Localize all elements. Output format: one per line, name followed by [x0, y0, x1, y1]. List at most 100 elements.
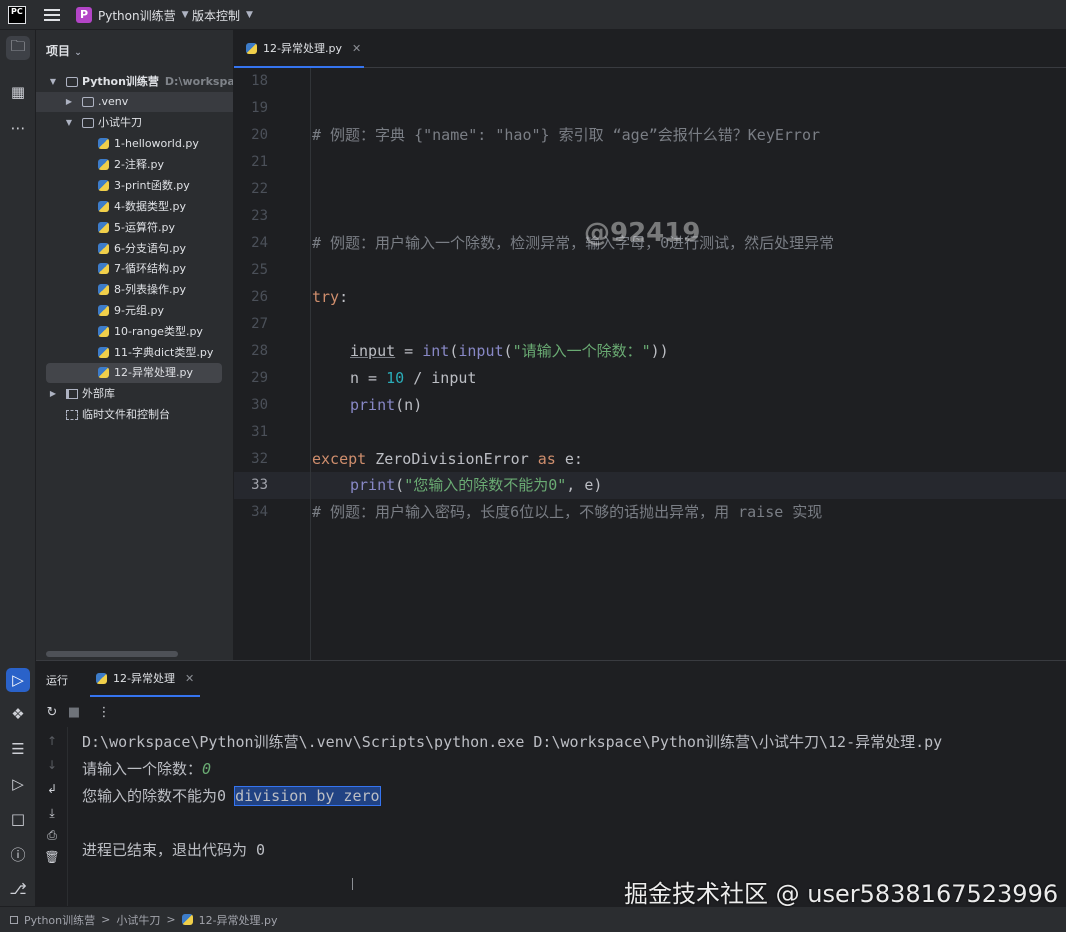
selected-text: division by zero	[234, 786, 381, 806]
tree-item-label: 5-运算符.py	[114, 221, 175, 234]
breadcrumb-separator: >	[166, 913, 176, 926]
line-number: 32	[251, 451, 268, 467]
code-line-28: input = int(input("请输入一个除数："))	[350, 342, 669, 360]
soft-wrap-icon[interactable]: ↲	[44, 781, 60, 797]
tree-item-file[interactable]: 2-注释.py	[36, 155, 233, 175]
status-bar: Python训练营 > 小试牛刀 > 12-异常处理.py	[0, 906, 1066, 932]
python-file-icon	[98, 222, 109, 233]
line-number: 20	[251, 127, 268, 143]
code-editor[interactable]: 18 19 20 21 22 23 24 25 26 27 28 29 30 3…	[234, 68, 1066, 660]
close-icon[interactable]: ✕	[185, 672, 194, 685]
vcs-switcher[interactable]: 版本控制 ▼	[192, 4, 253, 26]
tree-item-label: 12-异常处理.py	[114, 366, 193, 379]
folder-icon[interactable]: 🗀	[6, 36, 30, 60]
project-path: D:\workspace\F	[164, 75, 234, 88]
code-line-20: # 例题：字典 {"name": "hao"} 索引取 “age”会报什么错？K…	[312, 126, 821, 144]
tree-item-label: 10-range类型.py	[114, 325, 203, 338]
python-file-icon	[181, 914, 193, 925]
tree-item-project-root[interactable]: ▼ Python训练营D:\workspace\F	[36, 72, 234, 92]
code-line-29: n = 10 / input	[350, 369, 477, 387]
run-toolbar: ↻ ■ ⋮	[36, 697, 1066, 727]
python-file-icon	[98, 201, 109, 212]
line-number: 25	[251, 262, 268, 278]
scroll-to-end-icon[interactable]: ⤓	[44, 805, 60, 821]
trash-icon[interactable]: 🗑	[44, 849, 60, 865]
console-command-line: D:\workspace\Python训练营\.venv\Scripts\pyt…	[82, 733, 943, 751]
tree-item-file[interactable]: 6-分支语句.py	[36, 239, 233, 259]
chevron-right-icon[interactable]: ▶	[48, 384, 58, 404]
run-icon[interactable]: ▷	[6, 668, 30, 692]
arrow-up-icon[interactable]: ↑	[44, 733, 60, 749]
tree-item-file-selected[interactable]: 12-异常处理.py	[46, 363, 222, 383]
chevron-right-icon[interactable]: ▶	[64, 92, 74, 112]
print-icon[interactable]: ⎙	[44, 827, 60, 843]
main-menu-icon[interactable]	[42, 5, 62, 25]
horizontal-scrollbar[interactable]	[46, 651, 178, 657]
vcs-label: 版本控制	[192, 8, 241, 23]
close-icon[interactable]: ✕	[352, 42, 361, 55]
tree-item-file[interactable]: 8-列表操作.py	[36, 280, 233, 300]
project-panel-title: 项目	[46, 44, 71, 58]
python-file-icon	[98, 263, 109, 274]
python-file-icon	[98, 367, 109, 378]
breadcrumb-folder[interactable]: 小试牛刀	[116, 912, 160, 928]
code-line-24: # 例题：用户输入一个除数，检测异常，输入字母，0进行测试，然后处理异常	[312, 234, 835, 252]
line-number: 34	[251, 504, 268, 520]
tree-item-label: 临时文件和控制台	[82, 408, 170, 421]
project-badge: P	[76, 7, 92, 23]
breadcrumb-project[interactable]: Python训练营	[24, 912, 95, 928]
breadcrumb-file[interactable]: 12-异常处理.py	[199, 912, 278, 928]
tree-item-folder[interactable]: ▼ 小试牛刀	[36, 113, 233, 133]
layers-icon[interactable]: ☰	[6, 737, 30, 761]
line-number: 24	[251, 235, 268, 251]
run-panel: 运行 12-异常处理 ✕ ↻ ■ ⋮ ↑ ↓ ↲ ⤓ ⎙ 🗑 D:\worksp…	[36, 660, 1066, 907]
git-icon[interactable]: ⎇	[6, 877, 30, 901]
tree-item-file[interactable]: 7-循环结构.py	[36, 259, 233, 279]
python-console-icon[interactable]: ❖	[6, 702, 30, 726]
code-line-33: print("您输入的除数不能为0", e)	[350, 476, 603, 494]
more-icon[interactable]: ⋯	[6, 116, 30, 140]
arrow-down-icon[interactable]: ↓	[44, 757, 60, 773]
chevron-down-icon[interactable]: ▼	[64, 113, 74, 133]
tree-item-external-libs[interactable]: ▶ 外部库	[36, 384, 233, 404]
tree-item-file[interactable]: 10-range类型.py	[36, 322, 233, 342]
tree-item-file[interactable]: 4-数据类型.py	[36, 197, 233, 217]
line-number: 26	[251, 289, 268, 305]
tree-item-file[interactable]: 3-print函数.py	[36, 176, 233, 196]
tree-item-scratches[interactable]: 临时文件和控制台	[36, 405, 233, 425]
project-panel: 项目 ⌄ ▼ Python训练营D:\workspace\F ▶ .venv ▼…	[36, 30, 234, 660]
module-icon	[10, 915, 18, 924]
stop-icon[interactable]: ■	[66, 705, 82, 721]
chevron-down-icon: ⌄	[74, 48, 82, 58]
rerun-icon[interactable]: ↻	[44, 705, 60, 721]
project-panel-header[interactable]: 项目 ⌄	[46, 42, 82, 59]
services-icon[interactable]: ▷	[6, 772, 30, 796]
line-number: 31	[251, 424, 268, 440]
problems-icon[interactable]: ⓘ	[6, 842, 30, 866]
structure-icon[interactable]: ▦	[6, 80, 30, 104]
tree-item-file[interactable]: 1-helloworld.py	[36, 134, 233, 154]
editor-tab-active[interactable]: 12-异常处理.py ✕	[234, 30, 364, 68]
tree-item-label: 外部库	[82, 387, 115, 400]
project-switcher[interactable]: P Python训练营 ▼	[76, 4, 189, 26]
line-number-current: 33	[251, 477, 268, 493]
tree-item-label: 8-列表操作.py	[114, 283, 186, 296]
tree-item-venv[interactable]: ▶ .venv	[36, 92, 233, 112]
more-vertical-icon[interactable]: ⋮	[96, 705, 112, 721]
site-watermark: 掘金技术社区 @ user5838167523996	[624, 880, 1059, 908]
tree-item-file[interactable]: 5-运算符.py	[36, 218, 233, 238]
indent-guide	[310, 68, 311, 660]
line-number: 30	[251, 397, 268, 413]
line-number: 22	[251, 181, 268, 197]
line-number: 19	[251, 100, 268, 116]
chevron-down-icon[interactable]: ▼	[48, 72, 58, 92]
tree-item-file[interactable]: 9-元组.py	[36, 301, 233, 321]
python-file-icon	[96, 672, 107, 684]
line-number-gutter: 18 19 20 21 22 23 24 25 26 27 28 29 30 3…	[234, 68, 310, 660]
line-number: 27	[251, 316, 268, 332]
console-error-line: 您输入的除数不能为0 division by zero	[82, 786, 381, 806]
terminal-icon[interactable]: □	[6, 807, 30, 831]
tree-item-file[interactable]: 11-字典dict类型.py	[36, 343, 233, 363]
run-tab[interactable]: 12-异常处理 ✕	[90, 661, 201, 697]
tree-item-label: 2-注释.py	[114, 158, 164, 171]
